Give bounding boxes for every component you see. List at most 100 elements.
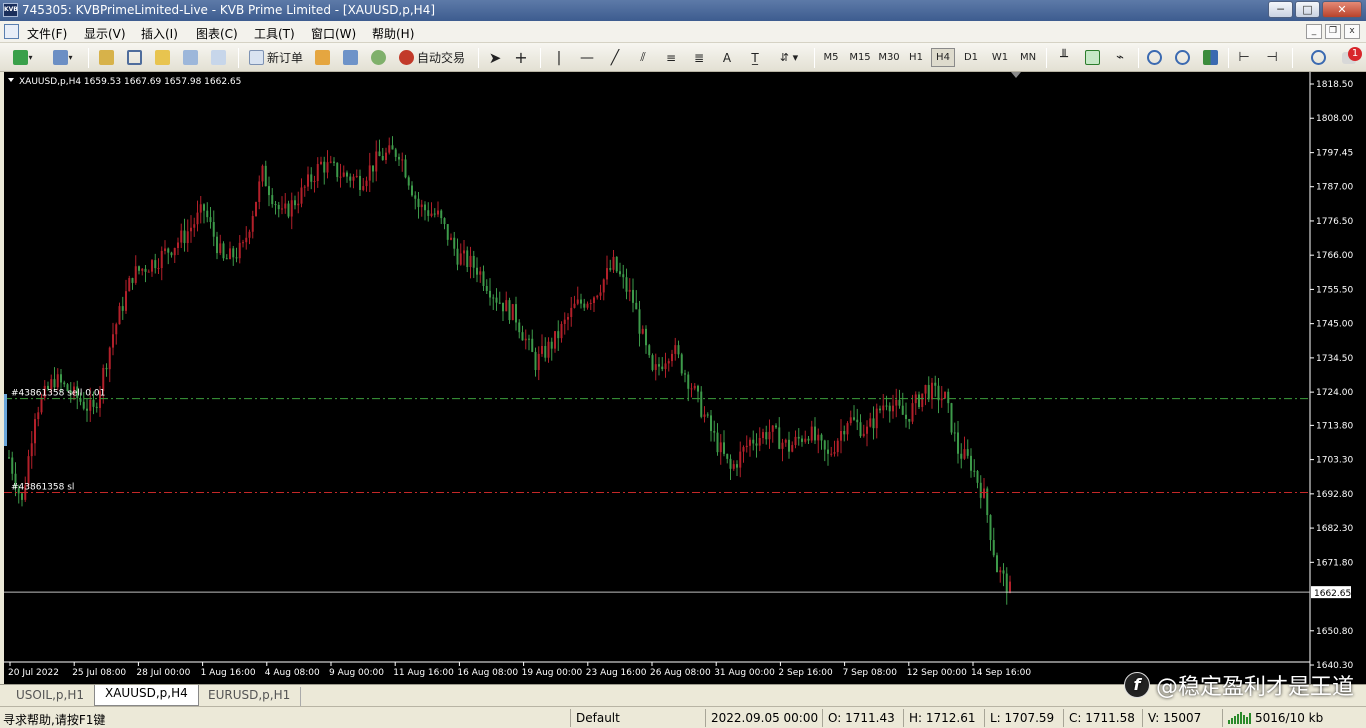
crosshair-tool[interactable]: + <box>512 48 530 67</box>
zoom-in-icon <box>1146 50 1162 65</box>
candle-body <box>359 175 361 190</box>
menu-insert[interactable]: 插入(I) <box>141 25 178 42</box>
candle-body <box>830 453 833 455</box>
mdi-restore-button[interactable]: ❐ <box>1325 24 1341 39</box>
candlestick-chart[interactable]: #43861358 sell 0.01 #43861358 sl 1662.65 18… <box>4 72 1366 684</box>
timeframe-mn[interactable]: MN <box>1015 48 1041 67</box>
candle-body <box>144 268 147 272</box>
terminal-button[interactable] <box>180 48 200 67</box>
candle-body <box>619 271 621 275</box>
timeframe-m30[interactable]: M30 <box>876 48 902 67</box>
tab-usoil[interactable]: USOIL,p,H1 <box>6 687 95 706</box>
candle-body <box>349 176 352 181</box>
data-window-button[interactable] <box>124 48 144 67</box>
candle-body <box>719 442 722 453</box>
menu-window[interactable]: 窗口(W) <box>311 25 356 42</box>
signals-button[interactable] <box>340 48 360 67</box>
candle-body <box>251 216 254 232</box>
candle-body <box>762 432 764 439</box>
chart-shift-button[interactable]: ⊢ <box>1234 48 1254 67</box>
candlestick-button[interactable] <box>1082 48 1102 67</box>
candle-body <box>745 445 748 448</box>
candle-body <box>752 439 755 444</box>
candle-body <box>310 174 313 182</box>
candle-body <box>749 439 751 446</box>
fibonacci-fan-tool[interactable]: ≣ <box>690 48 708 67</box>
candle-body <box>596 295 599 298</box>
candle-body <box>521 332 524 341</box>
candle-body <box>765 432 768 440</box>
navigator-button[interactable] <box>152 48 172 67</box>
candle-body <box>420 204 423 208</box>
new-order-button[interactable]: 新订单 <box>246 48 306 67</box>
auto-trading-icon <box>398 50 414 65</box>
candle-body <box>937 385 940 401</box>
menu-help[interactable]: 帮助(H) <box>372 25 414 42</box>
candle-body <box>573 303 576 308</box>
vertical-line-tool[interactable]: | <box>550 48 568 67</box>
candle-body <box>1002 570 1005 574</box>
tile-windows-icon <box>1202 50 1218 65</box>
window-title: 745305: KVBPrimeLimited-Live - KVB Prime… <box>22 3 436 17</box>
zoom-in-button[interactable] <box>1144 48 1164 67</box>
tab-eurusd[interactable]: EURUSD,p,H1 <box>198 687 302 706</box>
timeframe-h4[interactable]: H4 <box>931 48 955 67</box>
status-volume: V: 15007 <box>1148 711 1202 725</box>
menu-tools[interactable]: 工具(T) <box>254 25 295 42</box>
candle-body <box>544 346 547 358</box>
market-watch-button[interactable] <box>96 48 116 67</box>
candle-body <box>905 414 907 419</box>
sell-order-label: #43861358 sell 0.01 <box>11 389 105 399</box>
tab-xauusd[interactable]: XAUUSD,p,H4 <box>94 685 199 706</box>
market-button[interactable] <box>368 48 388 67</box>
arrows-tool[interactable]: ⇵ ▾ <box>772 48 806 67</box>
candle-body <box>661 366 664 370</box>
line-chart-button[interactable]: ⌁ <box>1110 48 1130 67</box>
candle-body <box>911 403 914 422</box>
tile-windows-button[interactable] <box>1200 48 1220 67</box>
price-chart[interactable]: #43861358 sell 0.01 #43861358 sl 1662.65 18… <box>4 72 1366 684</box>
menu-file[interactable]: 文件(F) <box>27 25 67 42</box>
minimize-button[interactable]: ─ <box>1268 1 1293 18</box>
candle-body <box>541 346 543 354</box>
equidistant-channel-tool[interactable]: ⫽ <box>634 48 652 67</box>
new-chart-button[interactable]: ▾ <box>8 48 38 67</box>
zoom-out-button[interactable] <box>1172 48 1192 67</box>
candle-body <box>446 224 449 240</box>
candle-body <box>264 165 267 187</box>
close-button[interactable]: ✕ <box>1322 1 1362 18</box>
horizontal-line-tool[interactable]: — <box>578 48 596 67</box>
notifications-button[interactable]: 1 <box>1336 47 1362 67</box>
strategy-tester-button[interactable] <box>208 48 228 67</box>
timeframe-w1[interactable]: W1 <box>988 48 1012 67</box>
candle-body <box>186 231 189 244</box>
mdi-minimize-button[interactable]: _ <box>1306 24 1322 39</box>
candle-body <box>758 438 761 446</box>
trendline-tool[interactable]: ╱ <box>606 48 624 67</box>
mdi-close-button[interactable]: x <box>1344 24 1360 39</box>
candle-body <box>609 268 612 270</box>
window-controls: ─ □ ✕ <box>1268 1 1362 18</box>
cursor-tool[interactable]: ➤ <box>486 48 504 67</box>
x-tick-label: 26 Aug 08:00 <box>650 668 711 678</box>
menu-charts[interactable]: 图表(C) <box>196 25 238 42</box>
timeframe-h1[interactable]: H1 <box>905 48 927 67</box>
text-label-tool[interactable]: T̲ <box>746 48 764 67</box>
timeframe-m5[interactable]: M5 <box>820 48 842 67</box>
auto-trading-button[interactable]: 自动交易 <box>396 48 468 67</box>
maximize-button[interactable]: □ <box>1295 1 1320 18</box>
chart-window-icon[interactable] <box>4 24 19 39</box>
profiles-button[interactable]: ▾ <box>48 48 78 67</box>
candle-body <box>888 405 891 412</box>
autoscroll-button[interactable]: ⊣ <box>1262 48 1282 67</box>
timeframe-m15[interactable]: M15 <box>847 48 873 67</box>
search-button[interactable] <box>1308 48 1328 67</box>
text-tool[interactable]: A <box>718 48 736 67</box>
bar-chart-button[interactable]: ╨ <box>1054 48 1074 67</box>
menu-view[interactable]: 显示(V) <box>84 25 126 42</box>
fibonacci-tool[interactable]: ≡ <box>662 48 680 67</box>
timeframe-d1[interactable]: D1 <box>960 48 982 67</box>
metaeditor-button[interactable] <box>312 48 332 67</box>
new-order-icon <box>248 50 264 65</box>
candle-body <box>606 268 608 280</box>
